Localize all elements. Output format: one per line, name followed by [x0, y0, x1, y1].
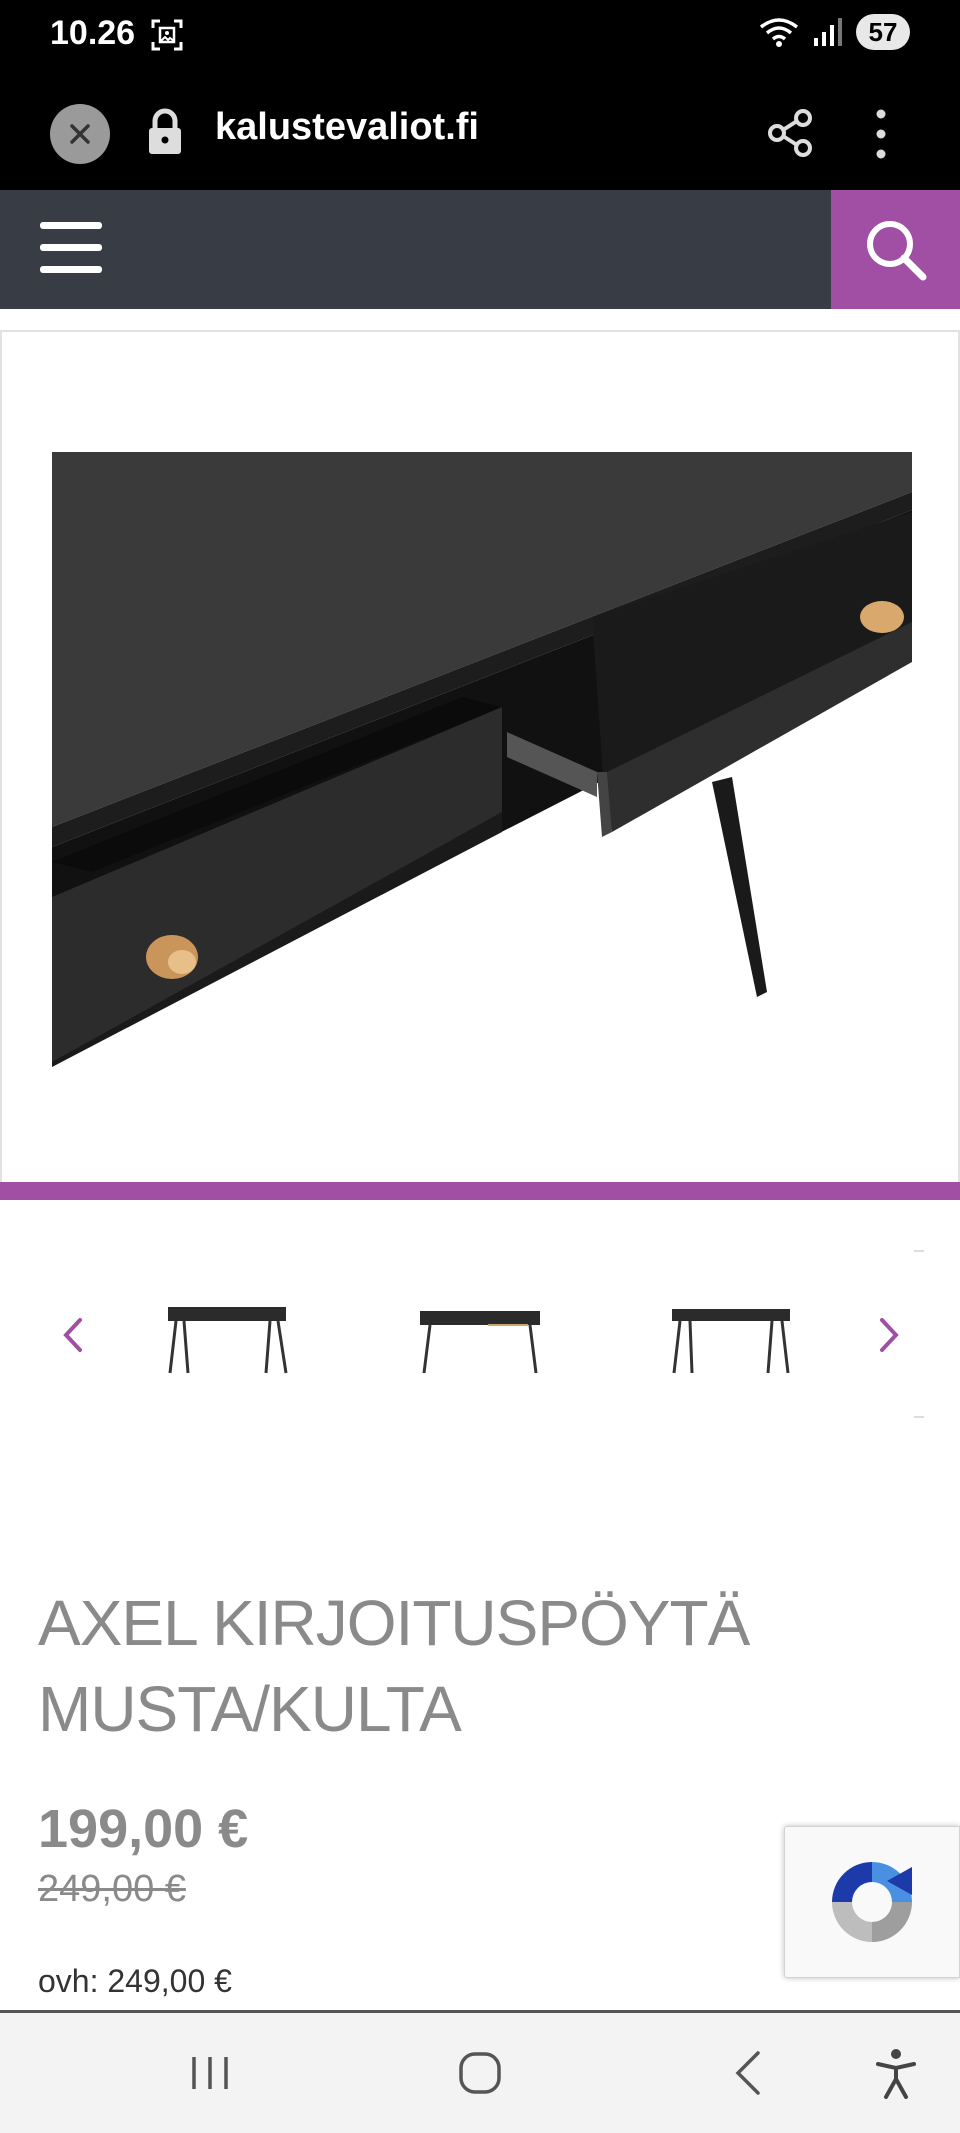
thumbnail-1[interactable] [158, 1285, 298, 1385]
chevron-left-icon[interactable] [52, 1310, 92, 1360]
close-icon [70, 124, 90, 144]
thumbnail-carousel [0, 1230, 960, 1430]
more-vert-icon[interactable] [866, 106, 896, 162]
status-time: 10.26 [50, 14, 136, 52]
recents-icon [192, 2057, 228, 2089]
accessibility-button[interactable] [866, 2043, 926, 2103]
back-icon [735, 2051, 760, 2095]
chevron-right-icon[interactable] [870, 1310, 910, 1360]
browser-toolbar: kalustevaliot.fi [0, 68, 960, 190]
site-header [0, 190, 960, 309]
product-image-frame [0, 330, 960, 1200]
product-title-line2: MUSTA/KULTA [38, 1673, 462, 1745]
home-icon [459, 2052, 501, 2094]
lock-icon[interactable] [146, 108, 184, 156]
back-button[interactable] [718, 2043, 778, 2103]
carousel-edge-top [914, 1250, 924, 1252]
home-button[interactable] [450, 2043, 510, 2103]
url-text[interactable]: kalustevaliot.fi [215, 106, 479, 149]
screenshot-icon [151, 19, 183, 51]
system-nav-bar [0, 2013, 960, 2133]
search-icon [866, 220, 926, 280]
share-icon[interactable] [766, 108, 814, 158]
product-title: AXEL KIRJOITUSPÖYTÄ MUSTA/KULTA [38, 1580, 918, 1752]
thumbnail-2[interactable] [410, 1285, 550, 1385]
recaptcha-icon [832, 1862, 912, 1942]
product-main-image[interactable] [52, 452, 912, 1067]
recaptcha-badge[interactable] [784, 1826, 960, 1978]
battery-indicator: 57 [856, 14, 910, 50]
accessibility-icon [876, 2049, 916, 2099]
recommended-price: ovh: 249,00 € [38, 1963, 232, 1999]
search-button[interactable] [831, 190, 960, 309]
wifi-icon [759, 18, 799, 47]
product-title-line1: AXEL KIRJOITUSPÖYTÄ [38, 1587, 750, 1659]
status-icons: 57 [758, 14, 910, 50]
close-tab-button[interactable] [50, 104, 110, 164]
current-price: 199,00 € [38, 1799, 249, 1859]
status-bar: 10.26 57 [0, 0, 960, 68]
recents-button[interactable] [180, 2043, 240, 2103]
signal-icon [814, 18, 842, 46]
hamburger-menu-icon[interactable] [40, 222, 102, 274]
thumbnail-3[interactable] [660, 1285, 800, 1385]
old-price: 249,00 € [38, 1868, 186, 1910]
image-accent-bar [0, 1182, 960, 1200]
carousel-edge-bottom [914, 1416, 924, 1418]
